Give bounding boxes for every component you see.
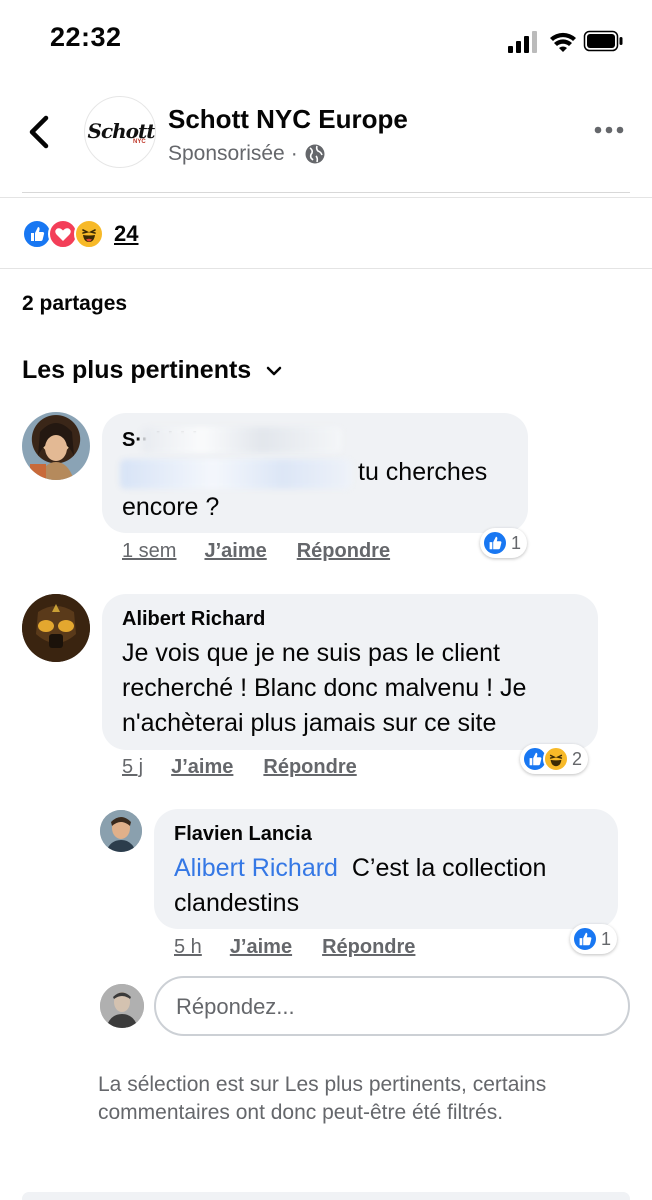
portrait-image [100, 984, 144, 1028]
wifi-icon [550, 32, 576, 52]
comment-time[interactable]: 5 h [174, 936, 202, 959]
like-reaction-icon [572, 926, 598, 952]
comment-text: Alibert Richard C’est la collection clan… [174, 851, 604, 921]
bottom-bar [22, 1192, 630, 1200]
comment-author[interactable]: Flavien Lancia [174, 823, 312, 846]
status-icons [508, 30, 623, 53]
divider [0, 268, 652, 269]
comment-time[interactable]: 5 j [122, 756, 143, 779]
comment-bubble: S···bbble tu cherches encore ? [102, 413, 528, 533]
reactions-count[interactable]: 24 [114, 221, 138, 247]
reaction-count: 1 [511, 532, 522, 553]
comment-reaction-badge[interactable]: 1 [570, 924, 618, 954]
commenter-avatar[interactable] [22, 594, 90, 662]
haha-reaction-icon [74, 219, 104, 249]
reply-button[interactable]: Répondre [297, 540, 390, 563]
gasmask-portrait-image [22, 594, 90, 662]
reactions-summary[interactable]: 24 [22, 219, 138, 249]
like-button[interactable]: J’aime [204, 540, 266, 563]
divider [0, 197, 652, 198]
portrait-image [100, 810, 142, 852]
page-logo-avatar[interactable]: Schott NYC [84, 96, 156, 168]
sponsored-label: Sponsorisée [168, 142, 285, 165]
commenter-avatar[interactable] [100, 810, 142, 852]
comment-actions: 5 h J’aime Répondre [174, 936, 415, 959]
commenter-avatar[interactable] [22, 412, 90, 480]
comment-author[interactable]: Alibert Richard [122, 608, 265, 631]
divider [22, 192, 630, 193]
reply-input[interactable]: Répondez... [154, 976, 630, 1036]
comment-bubble: Alibert Richard Je vois que je ne suis p… [102, 594, 598, 750]
comment-text: tu cherches encore ? [122, 458, 488, 521]
back-arrow-icon[interactable] [22, 112, 58, 152]
more-options-icon[interactable] [594, 124, 624, 136]
filter-note: La sélection est sur Les plus pertinents… [98, 1073, 547, 1124]
mention-link[interactable]: Alibert Richard [174, 854, 338, 882]
haha-reaction-icon [543, 746, 569, 772]
portrait-image [30, 423, 74, 480]
reaction-count: 1 [601, 928, 612, 949]
comment-actions: 1 sem J’aime Répondre [122, 540, 390, 563]
logo-sub: NYC [133, 139, 146, 145]
like-reaction-icon [482, 530, 508, 556]
reply-button[interactable]: Répondre [263, 756, 356, 779]
comment-text: Je vois que je ne suis pas le client rec… [122, 639, 527, 737]
redacted-name [142, 427, 342, 453]
separator-dot: · [290, 142, 298, 165]
signal-icon [508, 31, 537, 53]
comment-reaction-badge[interactable]: 1 [480, 528, 528, 558]
shares-count[interactable]: 2 partages [22, 292, 127, 316]
comment-sort-dropdown[interactable]: Les plus pertinents [22, 356, 283, 385]
battery-icon [583, 30, 623, 52]
page-name[interactable]: Schott NYC Europe [168, 104, 408, 135]
comment-bubble: Flavien Lancia Alibert Richard C’est la … [154, 809, 618, 929]
chevron-down-icon [266, 366, 282, 375]
reply-button[interactable]: Répondre [322, 936, 415, 959]
comment-actions: 5 j J’aime Répondre [122, 756, 357, 779]
comment-reaction-badge[interactable]: 2 [520, 744, 589, 774]
like-button[interactable]: J’aime [171, 756, 233, 779]
comment-time[interactable]: 1 sem [122, 540, 176, 563]
sort-label: Les plus pertinents [22, 356, 252, 384]
sponsored-line: Sponsorisée · [168, 142, 326, 166]
globe-icon [305, 144, 325, 164]
status-time: 22:32 [50, 22, 122, 52]
reply-placeholder: Répondez... [176, 994, 295, 1019]
reaction-count: 2 [572, 748, 583, 769]
current-user-avatar [100, 984, 144, 1028]
like-button[interactable]: J’aime [230, 936, 292, 959]
